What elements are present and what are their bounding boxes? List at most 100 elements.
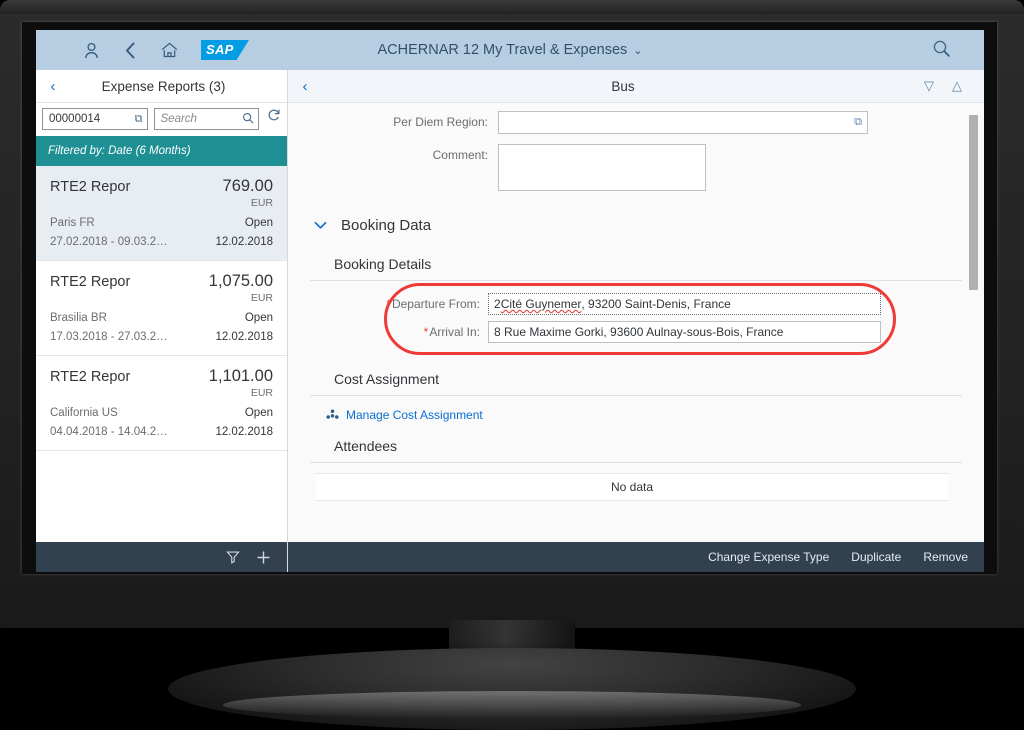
per-diem-region-field[interactable]: ⧉ [498,111,868,134]
list-item-amount: 769.00 [222,177,273,195]
per-diem-region-label: Per Diem Region: [393,115,488,129]
arrival-in-input[interactable]: 8 Rue Maxime Gorki, 93600 Aulnay-sous-Bo… [488,321,881,343]
arrival-in-value: 8 Rue Maxime Gorki, 93600 Aulnay-sous-Bo… [494,325,784,339]
status-badge: Open [244,312,273,324]
departure-from-value-misspelled: Cité Guynemer [500,297,582,311]
add-icon[interactable] [256,550,271,565]
booking-details-title: Booking Details [334,256,432,272]
app-body: ‹ Expense Reports (3) ⧉ [36,70,984,572]
sap-fiori-app-window: SAP ACHERNAR 12 My Travel & Expenses ⌄ ‹ … [36,30,984,572]
arrival-in-label: *Arrival In: [288,325,488,339]
required-marker: * [423,325,429,339]
list-item[interactable]: RTE2 Repor 769.00 EUR Paris FR Open 27.0… [36,166,287,261]
list-item-date: 12.02.2018 [215,236,273,248]
departure-from-value-prefix: 2 [494,297,501,311]
list-item-date: 12.02.2018 [215,426,273,438]
cost-assignment-icon [326,408,339,422]
attendees-title: Attendees [334,438,398,454]
list-item-date-range: 27.02.2018 - 09.03.2… [50,236,168,248]
attendees-no-data: No data [316,473,948,501]
departure-from-input[interactable]: 2 Cité Guynemer, 93200 Saint-Denis, Fran… [488,293,881,315]
comment-textarea[interactable] [498,144,706,191]
search-icon[interactable] [239,112,254,127]
master-title: Expense Reports (3) [101,78,226,94]
list-item-title: RTE2 Repor [50,274,131,290]
booking-details-fields: *Departure From: 2 Cité Guynemer, 93200 … [288,281,984,355]
sap-logo-text: SAP [206,42,234,57]
back-icon[interactable] [119,39,141,61]
list-item-currency: EUR [250,292,273,304]
departure-from-row: *Departure From: 2 Cité Guynemer, 93200 … [288,293,984,315]
screenshot-scene: SAP ACHERNAR 12 My Travel & Expenses ⌄ ‹ … [0,0,1024,730]
list-item-title: RTE2 Repor [50,179,131,195]
list-item-amount: 1,101.00 [208,367,273,385]
detail-back-button[interactable]: ‹ [288,78,322,95]
list-item-title: RTE2 Repor [50,369,131,385]
detail-header: ‹ Bus ▽ △ [288,70,984,103]
master-filter-row: ⧉ [36,103,287,136]
shell-header: SAP ACHERNAR 12 My Travel & Expenses ⌄ [36,30,984,70]
departure-from-label-text: Departure From: [391,297,480,311]
per-diem-region-row: Per Diem Region: ⧉ [288,111,984,134]
divider [310,462,962,463]
home-icon[interactable] [158,39,180,61]
required-marker: * [386,297,391,311]
expense-detail-panel: ‹ Bus ▽ △ Per Diem Region: ⧉ Comment: Bo… [288,70,984,572]
comment-row: Comment: [288,144,984,191]
detail-scrollbar[interactable] [969,107,981,538]
cost-assignment-title: Cost Assignment [334,371,440,387]
master-back-button[interactable]: ‹ [36,78,70,95]
refresh-icon[interactable] [265,108,281,130]
list-item-date: 12.02.2018 [215,331,273,343]
monitor-stand-base [168,648,856,730]
filter-info-bar[interactable]: Filtered by: Date (6 Months) [36,136,287,166]
list-item-currency: EUR [250,197,273,209]
comment-label: Comment: [432,148,488,162]
departure-from-value-suffix: , 93200 Saint-Denis, France [581,297,731,311]
sap-logo: SAP [201,40,249,60]
status-badge: Open [244,407,273,419]
chevron-down-icon[interactable] [314,218,327,233]
report-id-field[interactable]: ⧉ [42,108,148,130]
detail-footer-toolbar: Change Expense Type Duplicate Remove [288,542,984,572]
manage-cost-assignment-link[interactable]: Manage Cost Assignment [346,408,483,422]
search-icon[interactable] [932,39,954,61]
value-help-icon[interactable]: ⧉ [132,113,143,126]
master-header: ‹ Expense Reports (3) [36,70,287,103]
manage-cost-assignment-row[interactable]: Manage Cost Assignment [288,396,984,422]
detail-scroll-area: Per Diem Region: ⧉ Comment: Booking Data… [288,103,984,542]
search-field[interactable] [153,108,259,130]
user-icon[interactable] [80,39,102,61]
list-item-date-range: 04.04.2018 - 14.04.2… [50,426,168,438]
list-item-location: California US [50,407,118,419]
booking-data-section-header[interactable]: Booking Data [288,201,984,240]
departure-from-label: *Departure From: [288,297,488,311]
report-id-input[interactable] [47,112,132,126]
detail-scrollbar-thumb[interactable] [969,115,978,290]
shell-header-left-actions: SAP [36,39,249,61]
page-title-text: ACHERNAR 12 My Travel & Expenses [377,42,628,58]
change-expense-type-button[interactable]: Change Expense Type [708,550,829,564]
booking-data-title: Booking Data [341,217,432,234]
master-footer-toolbar [36,542,287,572]
monitor-bezel-top [0,0,1024,14]
expense-reports-list: RTE2 Repor 769.00 EUR Paris FR Open 27.0… [36,166,287,542]
nav-down-icon[interactable]: ▽ [924,78,934,94]
list-item[interactable]: RTE2 Repor 1,075.00 EUR Brasilia BR Open… [36,261,287,356]
list-item-location: Brasilia BR [50,312,107,324]
status-badge: Open [244,217,273,229]
duplicate-button[interactable]: Duplicate [851,550,901,564]
list-item-amount: 1,075.00 [208,272,273,290]
detail-title: Bus [611,78,635,94]
value-help-icon[interactable]: ⧉ [854,116,862,129]
chevron-down-icon[interactable]: ⌄ [633,45,642,57]
remove-button[interactable]: Remove [923,550,968,564]
arrival-in-row: *Arrival In: 8 Rue Maxime Gorki, 93600 A… [288,321,984,343]
list-item-location: Paris FR [50,217,95,229]
arrival-in-label-text: Arrival In: [429,325,480,339]
list-item[interactable]: RTE2 Repor 1,101.00 EUR California US Op… [36,356,287,451]
detail-nav-arrows: ▽ △ [924,78,984,94]
filter-icon[interactable] [226,550,240,564]
nav-up-icon[interactable]: △ [952,78,962,94]
search-input[interactable] [158,112,239,126]
